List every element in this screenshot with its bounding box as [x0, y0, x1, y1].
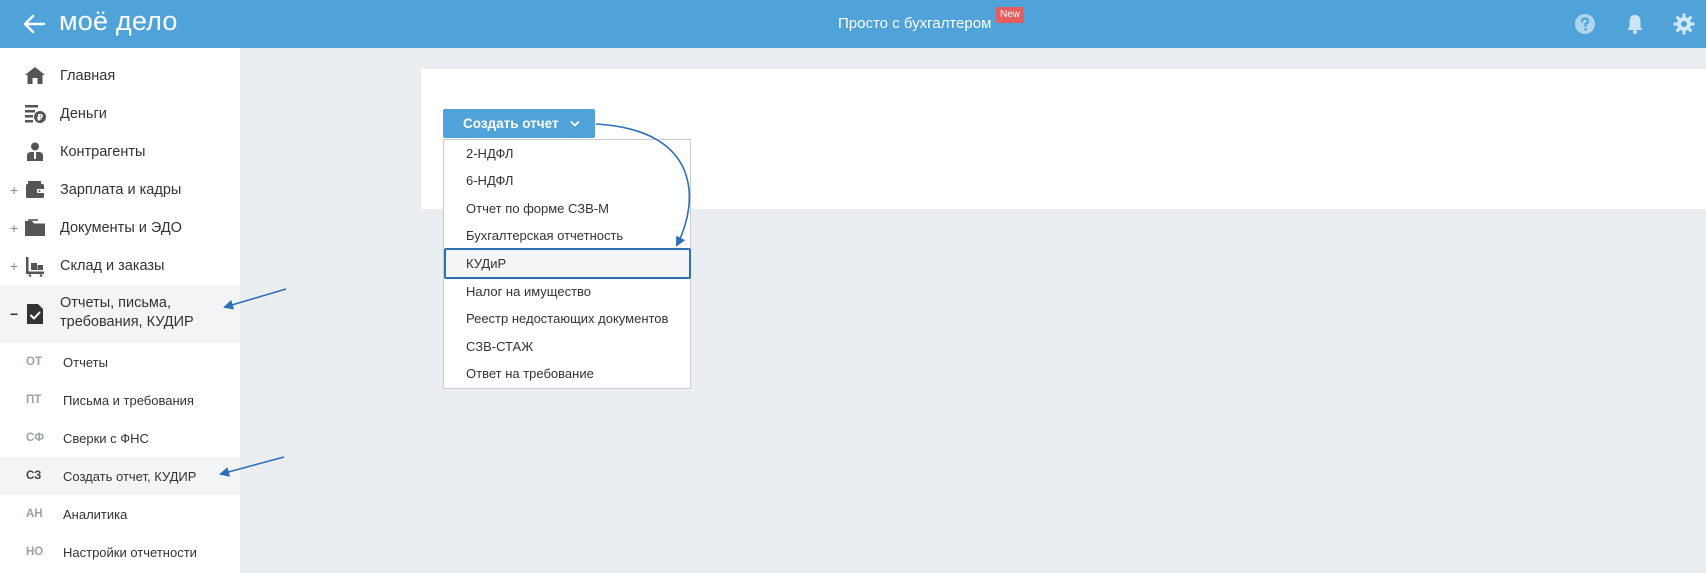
back-arrow-icon[interactable] [20, 12, 48, 36]
create-report-button[interactable]: Создать отчет [443, 109, 595, 138]
subnav-abbr: НО [26, 546, 44, 558]
home-icon [25, 67, 45, 84]
subnav-item-report-settings[interactable]: НО Настройки отчетности [0, 533, 240, 571]
nav-item-label: Зарплата и кадры [60, 181, 182, 198]
nav-item-label: Контрагенты [60, 143, 146, 160]
dropdown-option-kudir[interactable]: КУДиР [444, 248, 691, 279]
top-header: моё дело Просто с бухгалтером New [0, 0, 1706, 48]
nav-item-label: Документы и ЭДО [60, 219, 182, 236]
nav-item-warehouse-orders[interactable]: + Склад и заказы [0, 247, 240, 285]
subnav-abbr: СЗ [26, 470, 42, 482]
subnav-abbr: ОТ [26, 356, 42, 368]
expand-icon[interactable]: + [10, 258, 20, 274]
nav-item-label: Главная [60, 67, 116, 84]
subnav-label: Аналитика [63, 506, 128, 522]
subnav-item-analytics[interactable]: АН Аналитика [0, 495, 240, 533]
nav-item-reports-letters[interactable]: − Отчеты, письма, требования, КУДИР [0, 285, 240, 343]
new-badge: New [996, 7, 1025, 23]
nav-item-label: Деньги [60, 105, 107, 122]
subnav-label: Письма и требования [63, 392, 194, 408]
svg-text:₽: ₽ [37, 114, 43, 124]
dropdown-option-requirement-response[interactable]: Ответ на требование [444, 360, 690, 387]
dropdown-option-2ndfl[interactable]: 2-НДФЛ [444, 140, 690, 167]
nav-item-documents-edo[interactable]: + Документы и ЭДО [0, 209, 240, 247]
wallet-icon [26, 181, 44, 198]
settings-gear-icon[interactable] [1672, 12, 1696, 36]
folder-icon [25, 219, 45, 236]
collapse-icon[interactable]: − [10, 306, 20, 322]
subnav-abbr: ПТ [26, 394, 42, 406]
subnav-item-fns-reconciliation[interactable]: СФ Сверки с ФНС [0, 419, 240, 457]
dropdown-option-property-tax[interactable]: Налог на имущество [444, 278, 690, 305]
dropdown-option-6ndfl[interactable]: 6-НДФЛ [444, 167, 690, 194]
create-report-label: Создать отчет [463, 116, 559, 131]
subnav-label: Настройки отчетности [63, 544, 197, 560]
chevron-down-icon [570, 121, 580, 127]
expand-icon[interactable]: + [10, 220, 20, 236]
subnav-label: Отчеты [63, 354, 108, 370]
subnav-abbr: СФ [26, 432, 45, 444]
subnav-item-create-report[interactable]: СЗ Создать отчет, КУДИР [0, 457, 240, 495]
help-icon[interactable] [1573, 12, 1597, 36]
subnav-item-reports[interactable]: ОТ Отчеты [0, 343, 240, 381]
nav-item-money[interactable]: ₽ Деньги [0, 95, 240, 133]
dropdown-option-szv-m[interactable]: Отчет по форме СЗВ-М [444, 195, 690, 222]
warehouse-icon [26, 257, 44, 277]
sidebar: Главная ₽ Деньги Контрагенты + Зарплата … [0, 48, 240, 573]
money-icon: ₽ [25, 105, 46, 124]
nav-item-home[interactable]: Главная [0, 57, 240, 95]
dropdown-option-missing-docs[interactable]: Реестр недостающих документов [444, 305, 690, 332]
nav-item-label: Отчеты, письма, требования, КУДИР [60, 295, 194, 330]
nav-item-contractors[interactable]: Контрагенты [0, 133, 240, 171]
report-type-dropdown: 2-НДФЛ 6-НДФЛ Отчет по форме СЗВ-М Бухга… [443, 139, 691, 389]
expand-icon[interactable]: + [10, 182, 20, 198]
tariff-title[interactable]: Просто с бухгалтером [838, 15, 991, 32]
subnav-label: Создать отчет, КУДИР [63, 468, 197, 484]
nav-item-label: Склад и заказы [60, 257, 165, 274]
subnav-item-letters[interactable]: ПТ Письма и требования [0, 381, 240, 419]
report-check-icon [27, 304, 43, 324]
contractors-icon [27, 142, 43, 161]
notifications-bell-icon[interactable] [1623, 12, 1647, 36]
subnav-label: Сверки с ФНС [63, 430, 149, 446]
dropdown-option-accounting-report[interactable]: Бухгалтерская отчетность [444, 222, 690, 249]
subnav-abbr: АН [26, 508, 43, 520]
dropdown-option-szv-stazh[interactable]: СЗВ-СТАЖ [444, 333, 690, 360]
logo[interactable]: моё дело [59, 6, 178, 37]
nav-item-salary-hr[interactable]: + Зарплата и кадры [0, 171, 240, 209]
